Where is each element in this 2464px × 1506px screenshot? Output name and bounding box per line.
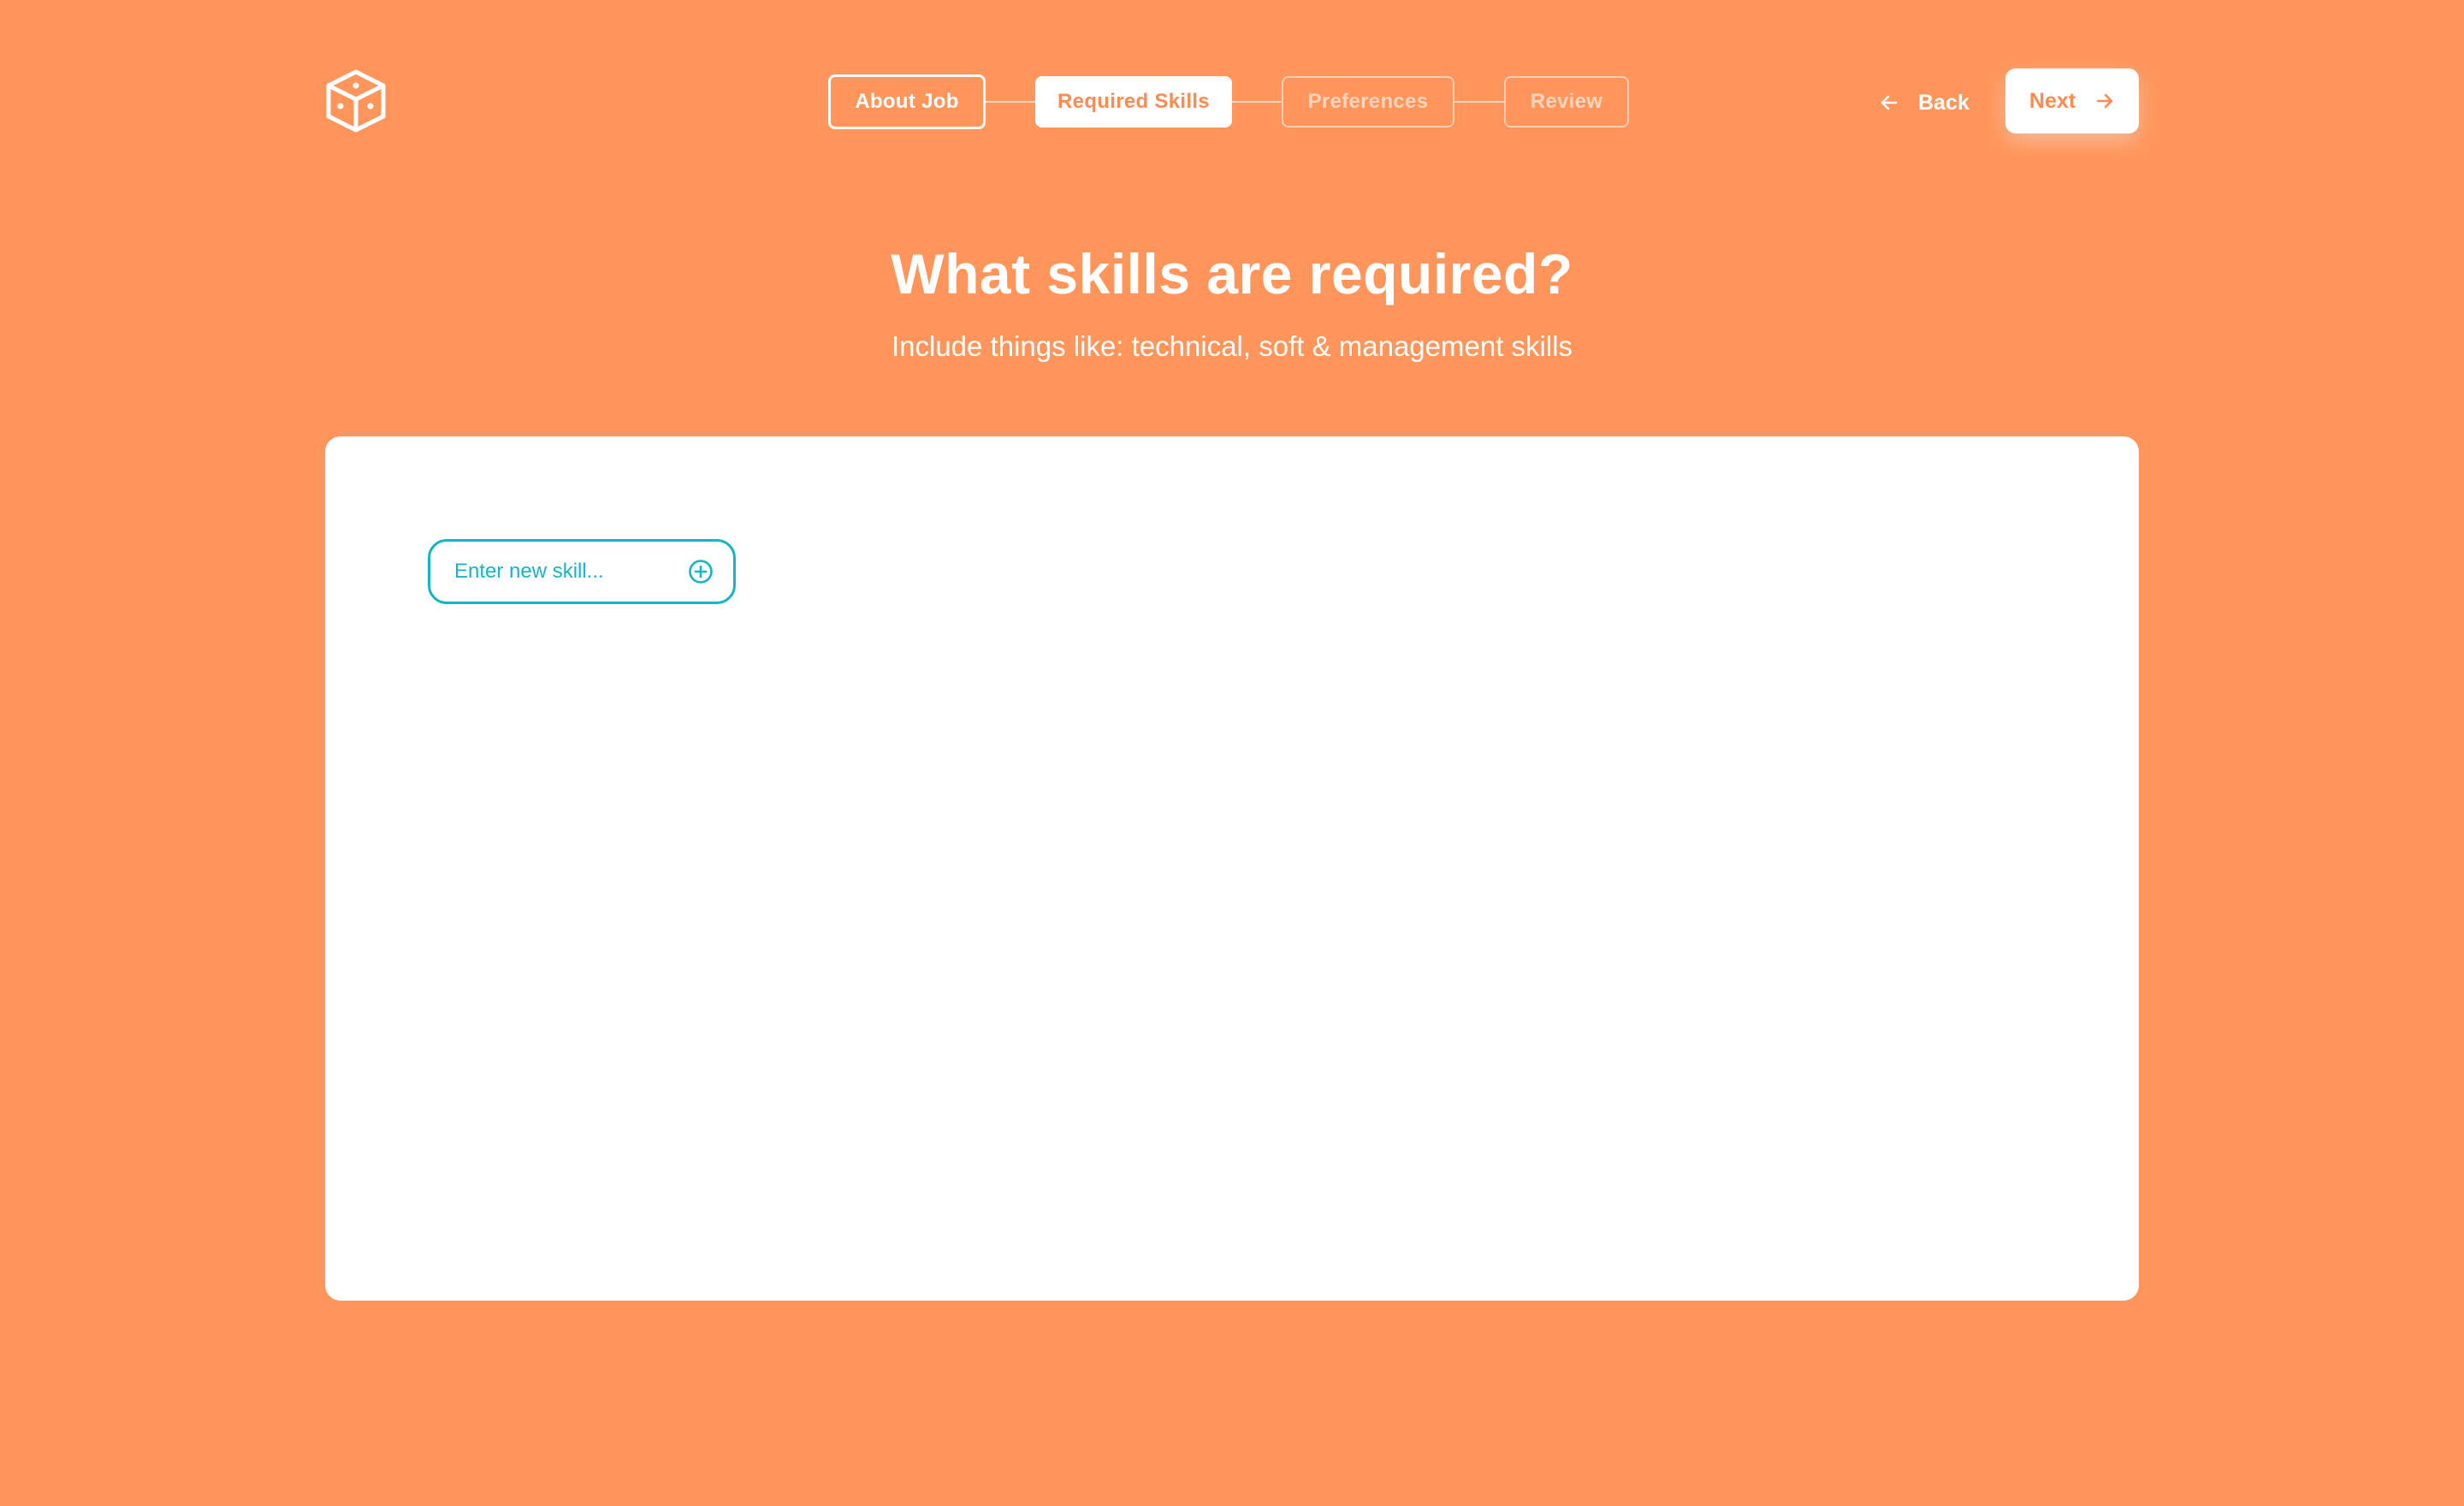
- step-required-skills[interactable]: Required Skills: [1035, 76, 1232, 127]
- step-about-job[interactable]: About Job: [828, 74, 986, 129]
- step-connector: [1454, 101, 1504, 103]
- progress-stepper: About Job Required Skills Preferences Re…: [828, 74, 1629, 129]
- next-label: Next: [2029, 88, 2076, 113]
- skill-input-container[interactable]: [428, 539, 736, 604]
- back-button[interactable]: Back: [1879, 82, 1969, 123]
- arrow-left-icon: [1881, 95, 1898, 110]
- next-button[interactable]: Next: [2005, 68, 2139, 133]
- arrow-right-icon: [2096, 93, 2113, 109]
- step-connector: [986, 101, 1035, 103]
- step-preferences[interactable]: Preferences: [1282, 76, 1454, 127]
- step-connector: [1232, 101, 1282, 103]
- back-label: Back: [1918, 90, 1969, 115]
- step-label: Review: [1530, 90, 1603, 113]
- skills-card: [325, 436, 2139, 1301]
- plus-circle-icon[interactable]: [687, 558, 714, 585]
- step-label: About Job: [855, 90, 959, 113]
- step-label: Preferences: [1307, 90, 1429, 113]
- page-subtitle: Include things like: technical, soft & m…: [891, 330, 1573, 362]
- skill-input[interactable]: [454, 560, 687, 584]
- step-review[interactable]: Review: [1504, 76, 1629, 127]
- cube-logo-icon[interactable]: [323, 68, 388, 133]
- step-label: Required Skills: [1057, 90, 1210, 113]
- page-title: What skills are required?: [891, 242, 1573, 305]
